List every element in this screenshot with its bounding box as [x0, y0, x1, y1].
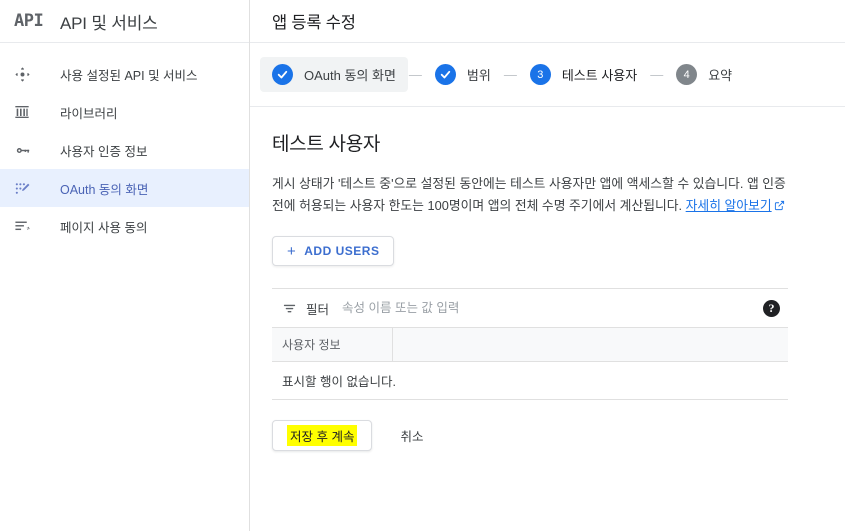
- stepper-separator: —: [650, 67, 664, 82]
- enabled-apis-icon: [14, 66, 60, 83]
- table-header-row: 사용자 정보: [272, 328, 788, 362]
- sidebar-item-credentials[interactable]: 사용자 인증 정보: [0, 131, 249, 169]
- learn-more-link[interactable]: 자세히 알아보기: [686, 198, 772, 213]
- sidebar-item-label: 사용자 인증 정보: [60, 144, 148, 159]
- filter-icon[interactable]: [282, 301, 297, 316]
- save-and-continue-label: 저장 후 계속: [287, 425, 358, 446]
- table-empty-row: 표시할 행이 없습니다.: [272, 361, 788, 400]
- add-users-button[interactable]: + ADD USERS: [272, 236, 395, 266]
- table-body: 표시할 행이 없습니다.: [272, 361, 788, 400]
- stepper-step-label: 요약: [708, 68, 733, 83]
- test-users-table: 사용자 정보 표시할 행이 없습니다.: [272, 328, 788, 400]
- filter-row: 필터 ?: [272, 289, 788, 328]
- filter-input[interactable]: [342, 301, 763, 315]
- table-empty-message: 표시할 행이 없습니다.: [272, 361, 788, 400]
- sidebar-item-label: OAuth 동의 화면: [60, 182, 149, 197]
- check-icon: [434, 64, 456, 85]
- form-actions: 저장 후 계속 취소: [272, 420, 795, 451]
- page-title: 앱 등록 수정: [272, 14, 356, 32]
- sidebar-item-label: 라이브러리: [60, 106, 118, 121]
- sidebar-item-page-usage-agreement[interactable]: 페이지 사용 동의: [0, 207, 249, 245]
- stepper-step-label: 범위: [466, 68, 491, 83]
- app-root: API API 및 서비스 사용 설정된 API 및 서비스 라이브러리 사용자…: [0, 0, 845, 531]
- brand-header: API API 및 서비스: [0, 0, 249, 43]
- table-column-header-user-info: 사용자 정보: [272, 328, 393, 362]
- sidebar-nav: 사용 설정된 API 및 서비스 라이브러리 사용자 인증 정보 OAuth 동…: [0, 43, 249, 245]
- main-content: 앱 등록 수정 OAuth 동의 화면 — 범위 — 3 테스트 사용자 — 4…: [250, 0, 845, 531]
- check-icon: [272, 64, 293, 85]
- stepper-step-scopes[interactable]: 범위: [423, 57, 503, 92]
- section-description: 게시 상태가 '테스트 중'으로 설정된 동안에는 테스트 사용자만 앱에 액세…: [272, 173, 795, 218]
- stepper: OAuth 동의 화면 — 범위 — 3 테스트 사용자 — 4 요약: [250, 43, 845, 107]
- content-area: 테스트 사용자 게시 상태가 '테스트 중'으로 설정된 동안에는 테스트 사용…: [250, 107, 845, 451]
- library-icon: [14, 104, 60, 120]
- test-users-table-card: 필터 ? 사용자 정보 표시할 행이 없습니다.: [272, 288, 788, 400]
- api-logo-icon: API: [14, 11, 44, 31]
- stepper-step-label: OAuth 동의 화면: [304, 68, 396, 83]
- sidebar-item-oauth-consent[interactable]: OAuth 동의 화면: [0, 169, 249, 207]
- sidebar-item-label: 사용 설정된 API 및 서비스: [60, 68, 198, 83]
- table-column-header-empty: [392, 328, 788, 362]
- stepper-step-summary[interactable]: 4 요약: [664, 57, 744, 92]
- filter-label: 필터: [306, 302, 330, 317]
- save-and-continue-button[interactable]: 저장 후 계속: [272, 420, 373, 451]
- stepper-separator: —: [503, 67, 517, 82]
- stepper-step-number: 4: [676, 64, 698, 85]
- cancel-button[interactable]: 취소: [384, 420, 439, 451]
- page-header: 앱 등록 수정: [250, 0, 845, 43]
- table-head: 사용자 정보: [272, 328, 788, 362]
- sidebar-item-library[interactable]: 라이브러리: [0, 93, 249, 131]
- key-icon: [14, 142, 60, 159]
- stepper-step-oauth-consent[interactable]: OAuth 동의 화면: [260, 57, 408, 92]
- stepper-step-test-users[interactable]: 3 테스트 사용자: [518, 57, 649, 92]
- plus-icon: +: [287, 242, 297, 260]
- cancel-label: 취소: [400, 430, 424, 444]
- sidebar-item-label: 페이지 사용 동의: [60, 220, 148, 235]
- sidebar: API API 및 서비스 사용 설정된 API 및 서비스 라이브러리 사용자…: [0, 0, 250, 531]
- stepper-separator: —: [408, 67, 422, 82]
- stepper-step-number: 3: [529, 64, 551, 85]
- help-icon[interactable]: ?: [763, 299, 780, 317]
- stepper-step-label: 테스트 사용자: [561, 68, 638, 83]
- section-title: 테스트 사용자: [272, 134, 381, 155]
- page-usage-agreement-icon: [14, 218, 60, 235]
- brand-title: API 및 서비스: [60, 13, 158, 33]
- oauth-consent-icon: [14, 180, 60, 197]
- external-link-icon[interactable]: [774, 196, 785, 218]
- sidebar-item-enabled-apis[interactable]: 사용 설정된 API 및 서비스: [0, 55, 249, 93]
- add-users-label: ADD USERS: [304, 244, 380, 258]
